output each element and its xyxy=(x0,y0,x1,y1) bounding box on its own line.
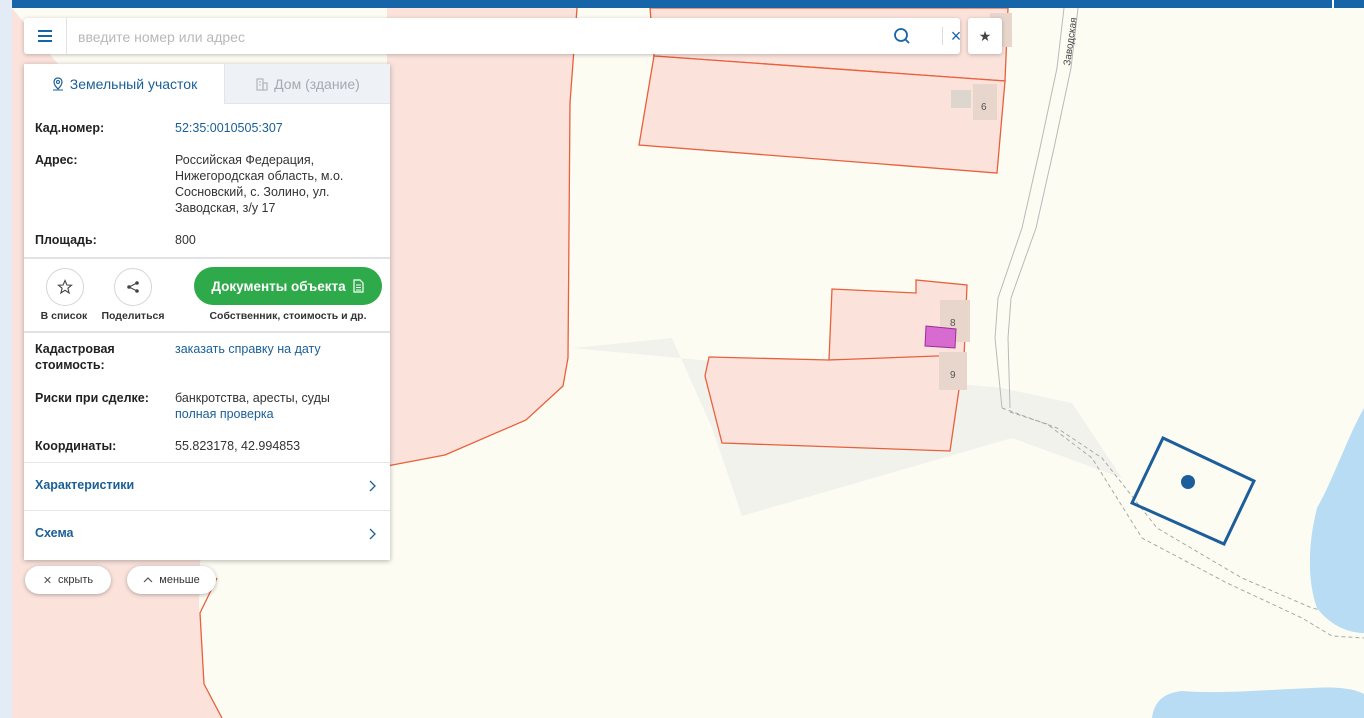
top-bar xyxy=(12,0,1364,8)
water-right xyxy=(1309,408,1364,633)
area-label: Площадь: xyxy=(35,233,97,247)
add-to-list-label: В список xyxy=(40,310,88,322)
address-label: Адрес: xyxy=(35,153,78,167)
close-icon[interactable]: × xyxy=(946,26,966,46)
close-icon: ✕ xyxy=(42,574,53,587)
address-line-3: Сосновский, с. Золино, ул. xyxy=(175,185,330,199)
document-icon xyxy=(353,279,364,293)
address-line-1: Российская Федерация, xyxy=(175,153,315,167)
parcel-small-pink xyxy=(924,325,957,349)
left-edge-strip xyxy=(0,0,12,718)
object-info-panel: Земельный участок Дом (здание) Кад.номер… xyxy=(24,64,390,560)
favorites-button[interactable]: ★ xyxy=(968,18,1002,54)
cadnum-value[interactable]: 52:35:0010505:307 xyxy=(175,120,375,136)
divider xyxy=(24,510,390,511)
scheme-section-link[interactable]: Схема xyxy=(35,526,74,540)
selected-parcel xyxy=(1129,436,1257,546)
tab-building-label: Дом (здание) xyxy=(274,75,360,92)
coordinates-label: Координаты: xyxy=(35,439,117,453)
search-separator xyxy=(942,27,943,45)
panel-tabs: Земельный участок Дом (здание) xyxy=(24,64,390,104)
cadastral-cost-label-line-2: стоимость: xyxy=(35,358,105,372)
street-label-zavodskaya: Заводская xyxy=(1062,17,1080,67)
menu-button[interactable] xyxy=(24,18,67,54)
object-documents-subtitle: Собственник, стоимость и др. xyxy=(209,310,367,322)
chevron-up-icon xyxy=(143,577,153,583)
star-outline-icon xyxy=(57,279,73,295)
object-documents-label: Документы объекта xyxy=(211,278,346,294)
building-6a xyxy=(951,90,971,108)
house-number-9: 9 xyxy=(950,370,956,381)
search-bar: × xyxy=(24,18,961,54)
address-line-2: Нижегородская область, м.о. xyxy=(175,169,344,183)
selected-parcel-marker xyxy=(1181,475,1195,489)
collapse-panel-label: меньше xyxy=(159,574,200,586)
divider xyxy=(24,257,390,259)
search-icon[interactable] xyxy=(892,26,912,46)
object-documents-button[interactable]: Документы объекта xyxy=(194,267,382,305)
hide-panel-button[interactable]: ✕ скрыть xyxy=(25,566,111,594)
coordinates-value: 55.823178, 42.994853 xyxy=(175,439,301,453)
order-certificate-link[interactable]: заказать справку на дату xyxy=(175,341,375,357)
tab-building[interactable]: Дом (здание) xyxy=(224,64,390,104)
search-input[interactable] xyxy=(76,24,880,50)
house-number-6: 6 xyxy=(981,102,987,113)
area-value: 800 xyxy=(175,233,196,247)
top-bar-separator xyxy=(1332,0,1334,8)
address-value: Российская Федерация, Нижегородская обла… xyxy=(175,152,375,216)
house-number-8: 8 xyxy=(950,318,956,329)
risks-label: Риски при сделке: xyxy=(35,391,149,405)
share-button[interactable] xyxy=(114,268,152,306)
building-icon xyxy=(255,77,269,91)
parcel-mid-lower xyxy=(704,354,965,452)
characteristics-section-link[interactable]: Характеристики xyxy=(35,478,134,492)
water-bottom xyxy=(1152,687,1364,718)
share-icon xyxy=(127,281,139,293)
hide-panel-label: скрыть xyxy=(58,574,94,586)
tab-land-plot-label: Земельный участок xyxy=(69,76,198,92)
divider xyxy=(24,331,390,333)
cadastral-cost-label: Кадастровая стоимость: xyxy=(35,341,115,373)
chevron-right-icon[interactable] xyxy=(366,480,378,492)
add-to-list-button[interactable] xyxy=(46,268,84,306)
risks-value: банкротства, аресты, суды xyxy=(175,391,330,405)
address-line-4: Заводская, з/у 17 xyxy=(175,201,276,215)
location-pin-icon xyxy=(51,77,65,91)
collapse-panel-button[interactable]: меньше xyxy=(127,566,216,594)
tab-land-plot[interactable]: Земельный участок xyxy=(24,64,224,104)
cadastral-cost-label-line-1: Кадастровая xyxy=(35,342,115,356)
full-check-link[interactable]: полная проверка xyxy=(175,406,375,422)
chevron-right-icon[interactable] xyxy=(366,528,378,540)
share-label: Поделиться xyxy=(101,310,165,322)
divider xyxy=(24,462,390,463)
street-line-right xyxy=(1007,8,1079,409)
hamburger-icon xyxy=(38,30,52,42)
cadnum-label: Кад.номер: xyxy=(35,121,105,135)
star-icon: ★ xyxy=(978,27,992,44)
